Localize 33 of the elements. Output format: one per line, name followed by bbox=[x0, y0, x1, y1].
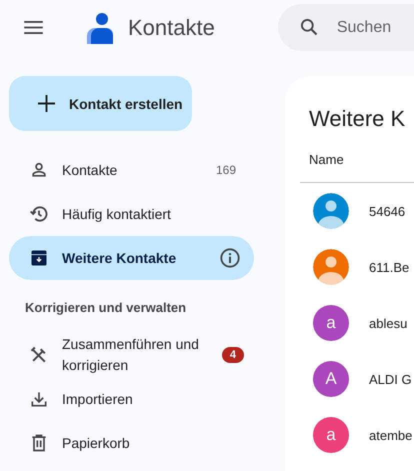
contact-name[interactable]: atembe bbox=[369, 428, 412, 442]
sidebar-item[interactable]: Papierkorb bbox=[9, 421, 254, 465]
contact-count: 169 bbox=[216, 163, 236, 177]
nav-label: Häufig kontaktiert bbox=[62, 206, 171, 222]
contact-name[interactable]: ALDI G bbox=[369, 372, 412, 386]
sidebar-item[interactable]: Häufig kontaktiert bbox=[9, 192, 254, 236]
search-icon bbox=[298, 17, 319, 37]
sidebar-item[interactable]: Weitere Kontakte bbox=[9, 236, 254, 280]
nav-label: Kontakte bbox=[62, 162, 118, 178]
create-contact-button[interactable]: Kontakt erstellen bbox=[9, 76, 192, 131]
page-title: Weitere K bbox=[309, 106, 406, 132]
person-logo-icon bbox=[86, 12, 114, 44]
count-badge: 4 bbox=[222, 347, 244, 363]
avatar-letter: A bbox=[313, 361, 349, 397]
nav-label: Papierkorb bbox=[62, 434, 131, 453]
history-icon bbox=[29, 204, 49, 224]
menu-icon[interactable] bbox=[24, 21, 43, 34]
plus-icon bbox=[38, 95, 55, 112]
section-heading: Korrigieren und verwalten bbox=[25, 300, 188, 315]
sidebar-item[interactable]: Kontakte 169 bbox=[9, 148, 254, 192]
nav-label: Importieren bbox=[62, 390, 134, 409]
contact-name[interactable]: ablesu bbox=[369, 316, 408, 330]
nav-label: Zusammenführen und korrigieren bbox=[62, 335, 200, 375]
avatar-letter: a bbox=[313, 417, 349, 453]
nav-label: Weitere Kontakte bbox=[62, 250, 176, 266]
column-header: Name bbox=[309, 152, 345, 167]
search-field[interactable]: Suchen bbox=[278, 4, 414, 51]
contact-name[interactable]: 611.Be bbox=[369, 260, 410, 274]
archive-icon bbox=[29, 248, 49, 268]
app-title: Kontakte bbox=[128, 14, 215, 40]
info-icon[interactable] bbox=[219, 247, 241, 269]
avatar-letter: a bbox=[313, 305, 349, 341]
contact-name[interactable]: 54646 bbox=[369, 204, 406, 218]
